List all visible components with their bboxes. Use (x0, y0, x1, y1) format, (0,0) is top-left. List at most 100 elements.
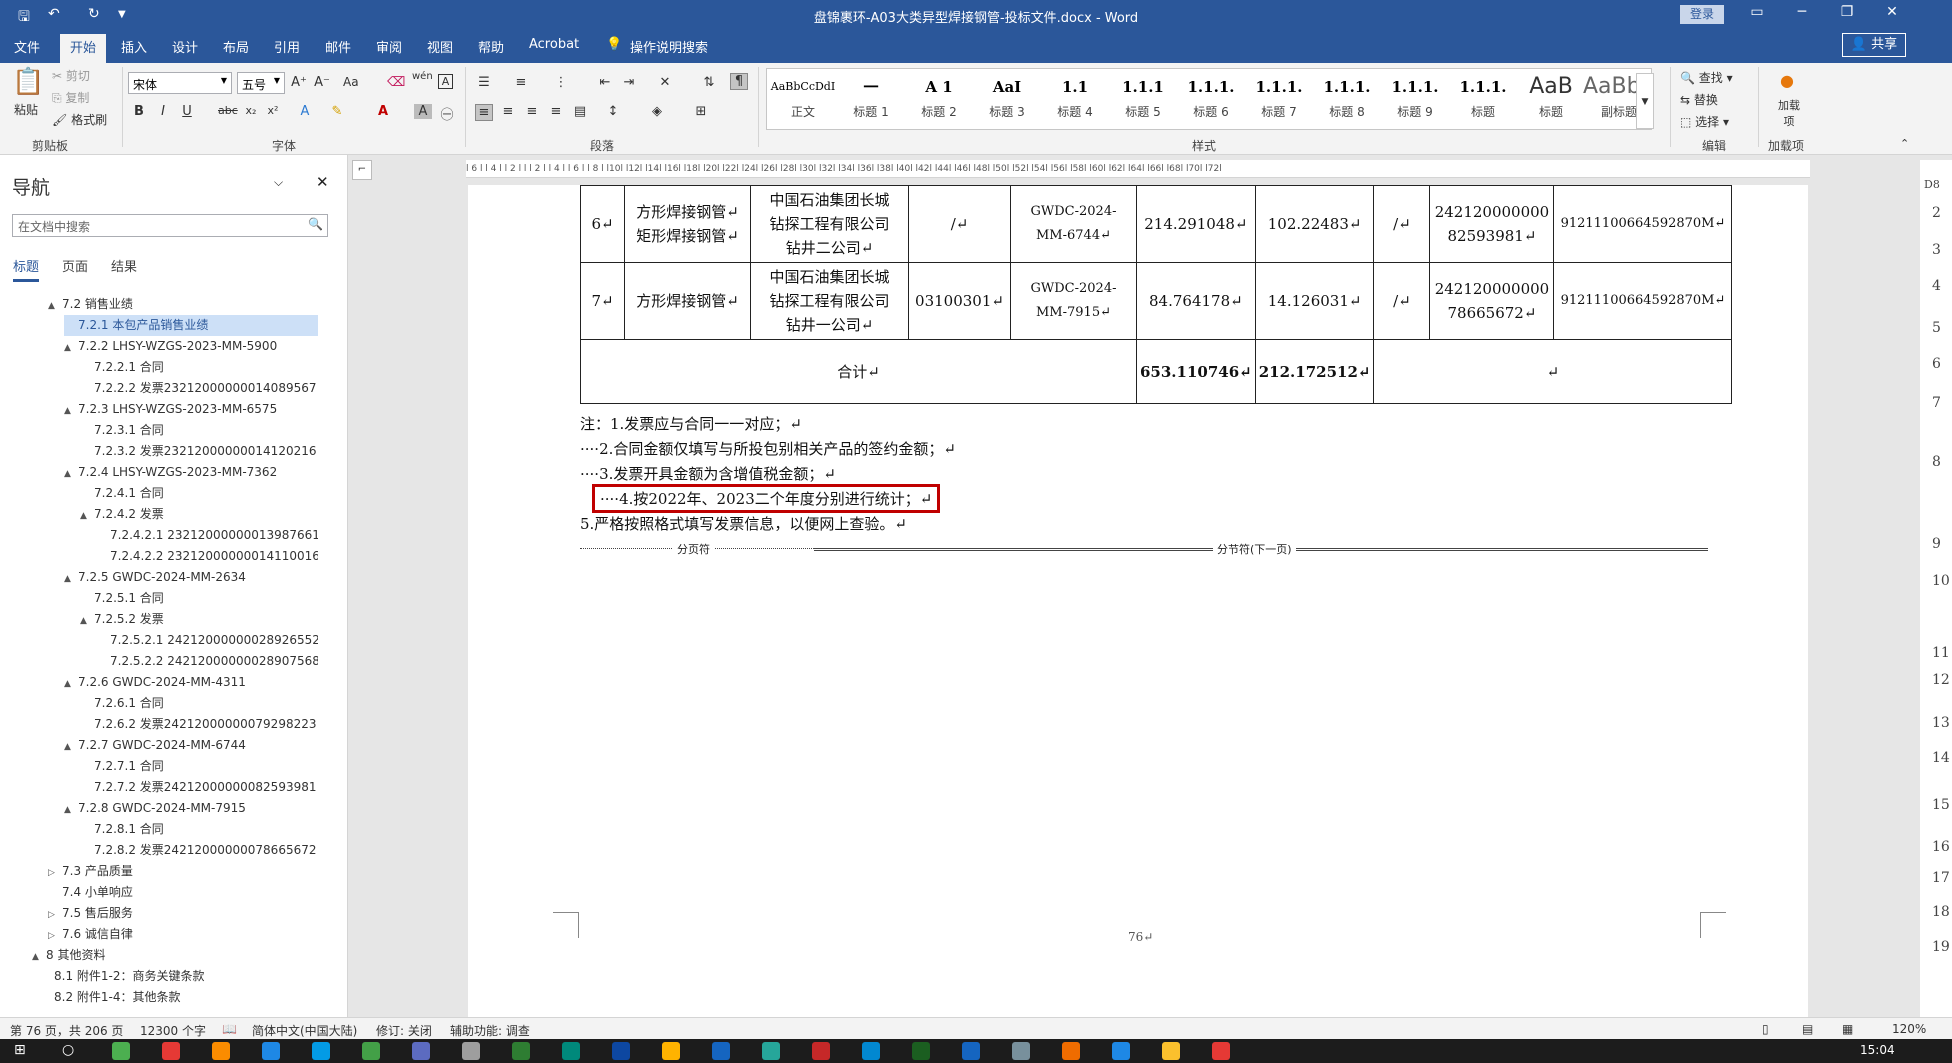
wechat-icon[interactable] (512, 1042, 530, 1060)
nav-tree-item[interactable]: ▲ 7.2.7 GWDC-2024-MM-6744 (64, 735, 318, 756)
strikethrough-icon[interactable]: abc (218, 104, 238, 117)
subscript-icon[interactable]: x₂ (242, 104, 260, 117)
nav-tree-item[interactable]: 7.2.4.2.2 23212000000014110016 (96, 546, 318, 567)
copy-button[interactable]: ⎘ 复制 (52, 89, 89, 106)
tab-review[interactable]: 审阅 (376, 37, 402, 56)
font-size-select[interactable]: 五号 ▼ (237, 72, 285, 94)
change-case-button[interactable]: Aa (343, 75, 359, 89)
align-right-icon[interactable]: ≡ (523, 104, 541, 119)
print-layout-icon[interactable]: ▤ (1802, 1022, 1813, 1036)
nav-tree-item[interactable]: 7.2.4.1 合同 (80, 483, 318, 504)
expand-caret-icon[interactable]: ▲ (64, 338, 78, 357)
nav-tab-results[interactable]: 结果 (111, 256, 137, 275)
tab-layout[interactable]: 布局 (223, 37, 249, 56)
nav-tree-item[interactable]: ▲ 7.2.3 LHSY-WZGS-2023-MM-6575 (64, 399, 318, 420)
enclose-char-icon[interactable]: ㊀ (438, 104, 456, 123)
tab-stop-selector[interactable]: ⌐ (352, 160, 372, 180)
nav-tree-item[interactable]: ▷ 7.6 诚信自律 (48, 924, 318, 945)
show-marks-icon[interactable]: ¶ (730, 73, 748, 90)
expand-caret-icon[interactable]: ▷ (48, 863, 62, 882)
nav-tree-item[interactable]: ▲ 7.2.5.2 发票 (80, 609, 318, 630)
nav-tab-pages[interactable]: 页面 (62, 256, 88, 275)
nav-tree-item[interactable]: ▲ 7.2.4 LHSY-WZGS-2023-MM-7362 (64, 462, 318, 483)
word-icon[interactable] (962, 1042, 980, 1060)
nav-tree-item[interactable]: 7.2.6.1 合同 (80, 693, 318, 714)
minimize-button[interactable]: ─ (1782, 4, 1822, 20)
shrink-font-icon[interactable]: A⁻ (313, 75, 331, 90)
tab-home[interactable]: 开始 (60, 34, 107, 63)
status-accessibility[interactable]: 辅助功能: 调查 (450, 1022, 530, 1039)
style-item[interactable]: 1.1.1. 标题 9 (1379, 69, 1451, 127)
char-shading-icon[interactable]: A (414, 104, 432, 119)
vertical-ruler[interactable]: D8 2 3 4 5 6 7 8 9 10 11 12 13 14 15 16 17 18 19 (1920, 160, 1952, 1017)
qq-icon[interactable] (662, 1042, 680, 1060)
bold-icon[interactable]: B (130, 104, 148, 119)
share-button[interactable]: 👤 共享 (1842, 33, 1906, 57)
document-page[interactable]: 6↵ 方形焊接钢管↵ 矩形焊接钢管↵ 中国石油集团长城 钻探工程有限公司 钻井二公司… (468, 185, 1808, 1017)
expand-caret-icon[interactable]: ▲ (64, 674, 78, 693)
find-button[interactable]: 🔍 查找 ▾ (1680, 69, 1733, 86)
nav-tree-item[interactable]: 8.2 附件1-4：其他条款 (40, 987, 318, 1008)
justify-icon[interactable]: ≡ (547, 104, 565, 119)
zoom-level[interactable]: 120% (1892, 1022, 1926, 1036)
app-icon[interactable] (712, 1042, 730, 1060)
app-icon[interactable] (1062, 1042, 1080, 1060)
expand-caret-icon[interactable]: ▲ (64, 737, 78, 756)
underline-icon[interactable]: U (178, 104, 196, 119)
style-item[interactable]: 1.1.1. 标题 8 (1311, 69, 1383, 127)
tab-insert[interactable]: 插入 (121, 37, 147, 56)
style-item[interactable]: 一标题 1 (835, 69, 907, 127)
acrobat-icon[interactable] (812, 1042, 830, 1060)
nav-tree-item[interactable]: 7.2.5.2.1 24212000000028926552 (96, 630, 318, 651)
borders-icon[interactable]: ⊞ (692, 104, 710, 119)
select-button[interactable]: ⬚ 选择 ▾ (1680, 113, 1729, 130)
replace-button[interactable]: ⇆ 替换 (1680, 91, 1718, 108)
nav-tree-item[interactable]: 7.2.8.2 发票24212000000078665672 (80, 840, 318, 861)
chevron-down-icon[interactable]: ⌵ (274, 175, 283, 190)
status-page[interactable]: 第 76 页，共 206 页 (10, 1022, 123, 1039)
app-icon[interactable] (762, 1042, 780, 1060)
close-button[interactable]: ✕ (1872, 4, 1912, 20)
app-icon[interactable] (362, 1042, 380, 1060)
status-words[interactable]: 12300 个字 (140, 1022, 206, 1039)
sort-icon[interactable]: ⇅ (700, 75, 718, 90)
expand-caret-icon[interactable]: ▲ (80, 506, 94, 525)
style-item[interactable]: A 1 标题 2 (903, 69, 975, 127)
format-painter-button[interactable]: 🖌 格式刷 (52, 111, 107, 128)
nav-tree-item[interactable]: ▷ 7.5 售后服务 (48, 903, 318, 924)
style-item[interactable]: AaBbCcDdI 正文 (767, 69, 839, 127)
app-icon[interactable] (562, 1042, 580, 1060)
multilevel-list-icon[interactable]: ⋮ (552, 75, 570, 90)
app-icon[interactable] (462, 1042, 480, 1060)
app-icon[interactable] (312, 1042, 330, 1060)
status-language[interactable]: 简体中文(中国大陆) (252, 1022, 357, 1039)
addin-icon[interactable]: ● (1780, 71, 1794, 90)
collapse-ribbon-icon[interactable]: ⌃ (1900, 137, 1909, 150)
web-layout-icon[interactable]: ▦ (1842, 1022, 1853, 1036)
app-icon[interactable] (1212, 1042, 1230, 1060)
close-icon[interactable]: ✕ (316, 173, 329, 191)
nav-search-input[interactable]: 在文档中搜索 🔍 (12, 214, 328, 237)
nav-tree-item[interactable]: 7.2.7.1 合同 (80, 756, 318, 777)
app-icon[interactable] (262, 1042, 280, 1060)
excel-icon[interactable] (912, 1042, 930, 1060)
tell-me-search[interactable]: 操作说明搜索 (630, 37, 708, 56)
maximize-button[interactable]: ❐ (1827, 4, 1867, 20)
nav-tree-item[interactable]: ▲ 8 其他资料 (32, 945, 318, 966)
paste-icon[interactable]: 📋 (12, 67, 44, 97)
nav-tree-item[interactable]: 7.4 小单响应 (48, 882, 318, 903)
nav-tree-item[interactable]: 7.2.7.2 发票24212000000082593981 (80, 777, 318, 798)
nav-tree-item[interactable]: 7.2.5.2.2 24212000000028907568... (96, 651, 318, 672)
nav-tree-item[interactable]: ▲ 7.2.4.2 发票 (80, 504, 318, 525)
search-icon[interactable]: ○ (62, 1042, 80, 1060)
italic-icon[interactable]: I (154, 104, 172, 119)
expand-caret-icon[interactable]: ▲ (64, 800, 78, 819)
nav-tree-item[interactable]: 7.2.6.2 发票24212000000079298223 (80, 714, 318, 735)
align-center-icon[interactable]: ≡ (499, 104, 517, 119)
nav-tab-headings[interactable]: 标题 (13, 256, 40, 282)
expand-caret-icon[interactable]: ▲ (64, 464, 78, 483)
nav-tree-item[interactable]: 7.2.2.2 发票23212000000014089567 (80, 378, 318, 399)
tab-design[interactable]: 设计 (172, 37, 198, 56)
text-effects-icon[interactable]: A (296, 104, 314, 119)
addin-button[interactable]: 加载项 (1776, 97, 1802, 129)
